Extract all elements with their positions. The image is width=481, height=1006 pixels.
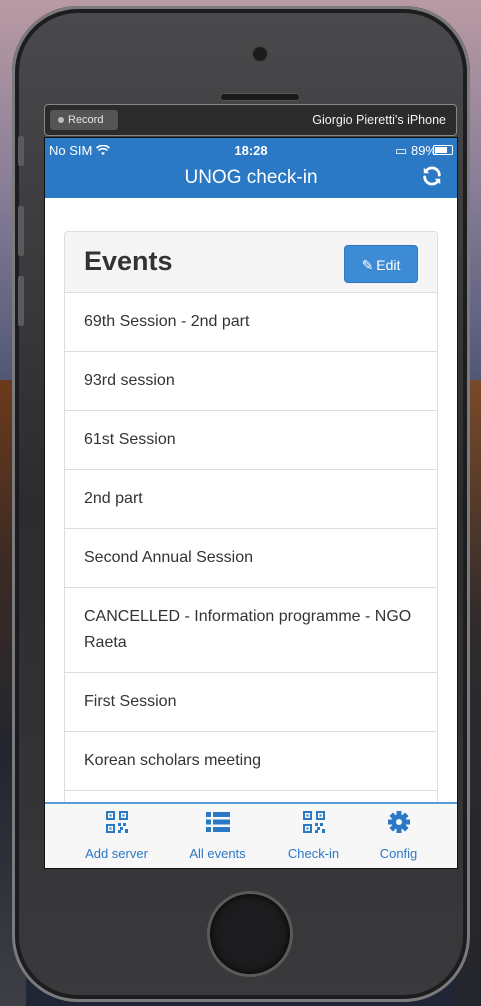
volume-down-button (18, 276, 24, 326)
home-button[interactable] (210, 894, 290, 974)
screen-mirroring-icon: ▭ (395, 143, 408, 158)
tab-bar: Add server All events Check-in Config (45, 802, 457, 868)
volume-up-button (18, 206, 24, 256)
edit-button[interactable]: ✎ Edit (344, 245, 418, 283)
event-title: 2nd part (84, 490, 143, 507)
navigation-bar: No SIM 18:28 ▭ 89% UNOG check-in (45, 138, 457, 198)
record-label: Record (68, 114, 104, 126)
event-title: 93rd session (84, 372, 175, 389)
record-dot-icon (58, 116, 64, 123)
event-title: 69th Session - 2nd part (84, 313, 250, 330)
event-title: Second Annual Session (84, 549, 254, 566)
tab-all-events[interactable]: All events (166, 810, 269, 861)
battery-indicator: ▭ 89% (395, 143, 437, 159)
event-title: First Session (84, 693, 177, 710)
tab-label: All events (189, 846, 246, 861)
refresh-icon[interactable] (421, 165, 443, 192)
edit-label: Edit (376, 257, 401, 273)
earpiece-speaker (220, 93, 300, 101)
event-list-item[interactable]: 61st Session (65, 410, 437, 469)
events-panel-header: Events ✎ Edit (65, 232, 437, 293)
event-title: CANCELLED - Information programme - NGO … (84, 608, 412, 651)
event-list-item[interactable]: Second Annual Session (65, 528, 437, 587)
events-list: 69th Session - 2nd part 93rd session 61s… (65, 293, 437, 802)
list-icon (166, 810, 269, 840)
edit-icon: ✎ (361, 257, 374, 273)
event-title: 61st Session (84, 431, 176, 448)
front-camera (253, 47, 267, 61)
battery-icon (433, 145, 453, 155)
event-list-item[interactable]: Korean scholars meeting (65, 731, 437, 790)
tab-add-server[interactable]: Add server (65, 810, 168, 861)
content-area: Events ✎ Edit 69th Session - 2nd part 93r… (45, 198, 457, 802)
event-list-item[interactable]: First Session (65, 672, 437, 731)
qr-code-icon (65, 810, 168, 840)
tab-config[interactable]: Config (347, 810, 450, 861)
recording-toolbar: Record Giorgio Pieretti's iPhone (44, 104, 457, 136)
tab-label: Add server (85, 846, 148, 861)
record-button[interactable]: Record (50, 110, 118, 130)
events-heading: Events (84, 246, 173, 276)
gear-icon (347, 810, 450, 840)
app-screen: No SIM 18:28 ▭ 89% UNOG check-in Events … (44, 137, 458, 869)
device-name: Giorgio Pieretti's iPhone (312, 113, 446, 127)
status-bar: No SIM 18:28 ▭ 89% (45, 143, 457, 159)
event-list-item[interactable]: 93rd session (65, 351, 437, 410)
tab-label: Config (379, 846, 418, 861)
event-list-item[interactable]: CANCELLED - Information programme - NGO … (65, 587, 437, 672)
event-list-item[interactable]: 2nd part (65, 469, 437, 528)
event-title: Korean scholars meeting (84, 752, 261, 769)
event-list-item[interactable]: 69th Session - 2nd part (65, 293, 437, 351)
app-title: UNOG check-in (184, 167, 318, 188)
event-list-item[interactable] (65, 790, 437, 802)
mute-switch (18, 136, 24, 166)
events-panel: Events ✎ Edit 69th Session - 2nd part 93r… (64, 231, 438, 802)
